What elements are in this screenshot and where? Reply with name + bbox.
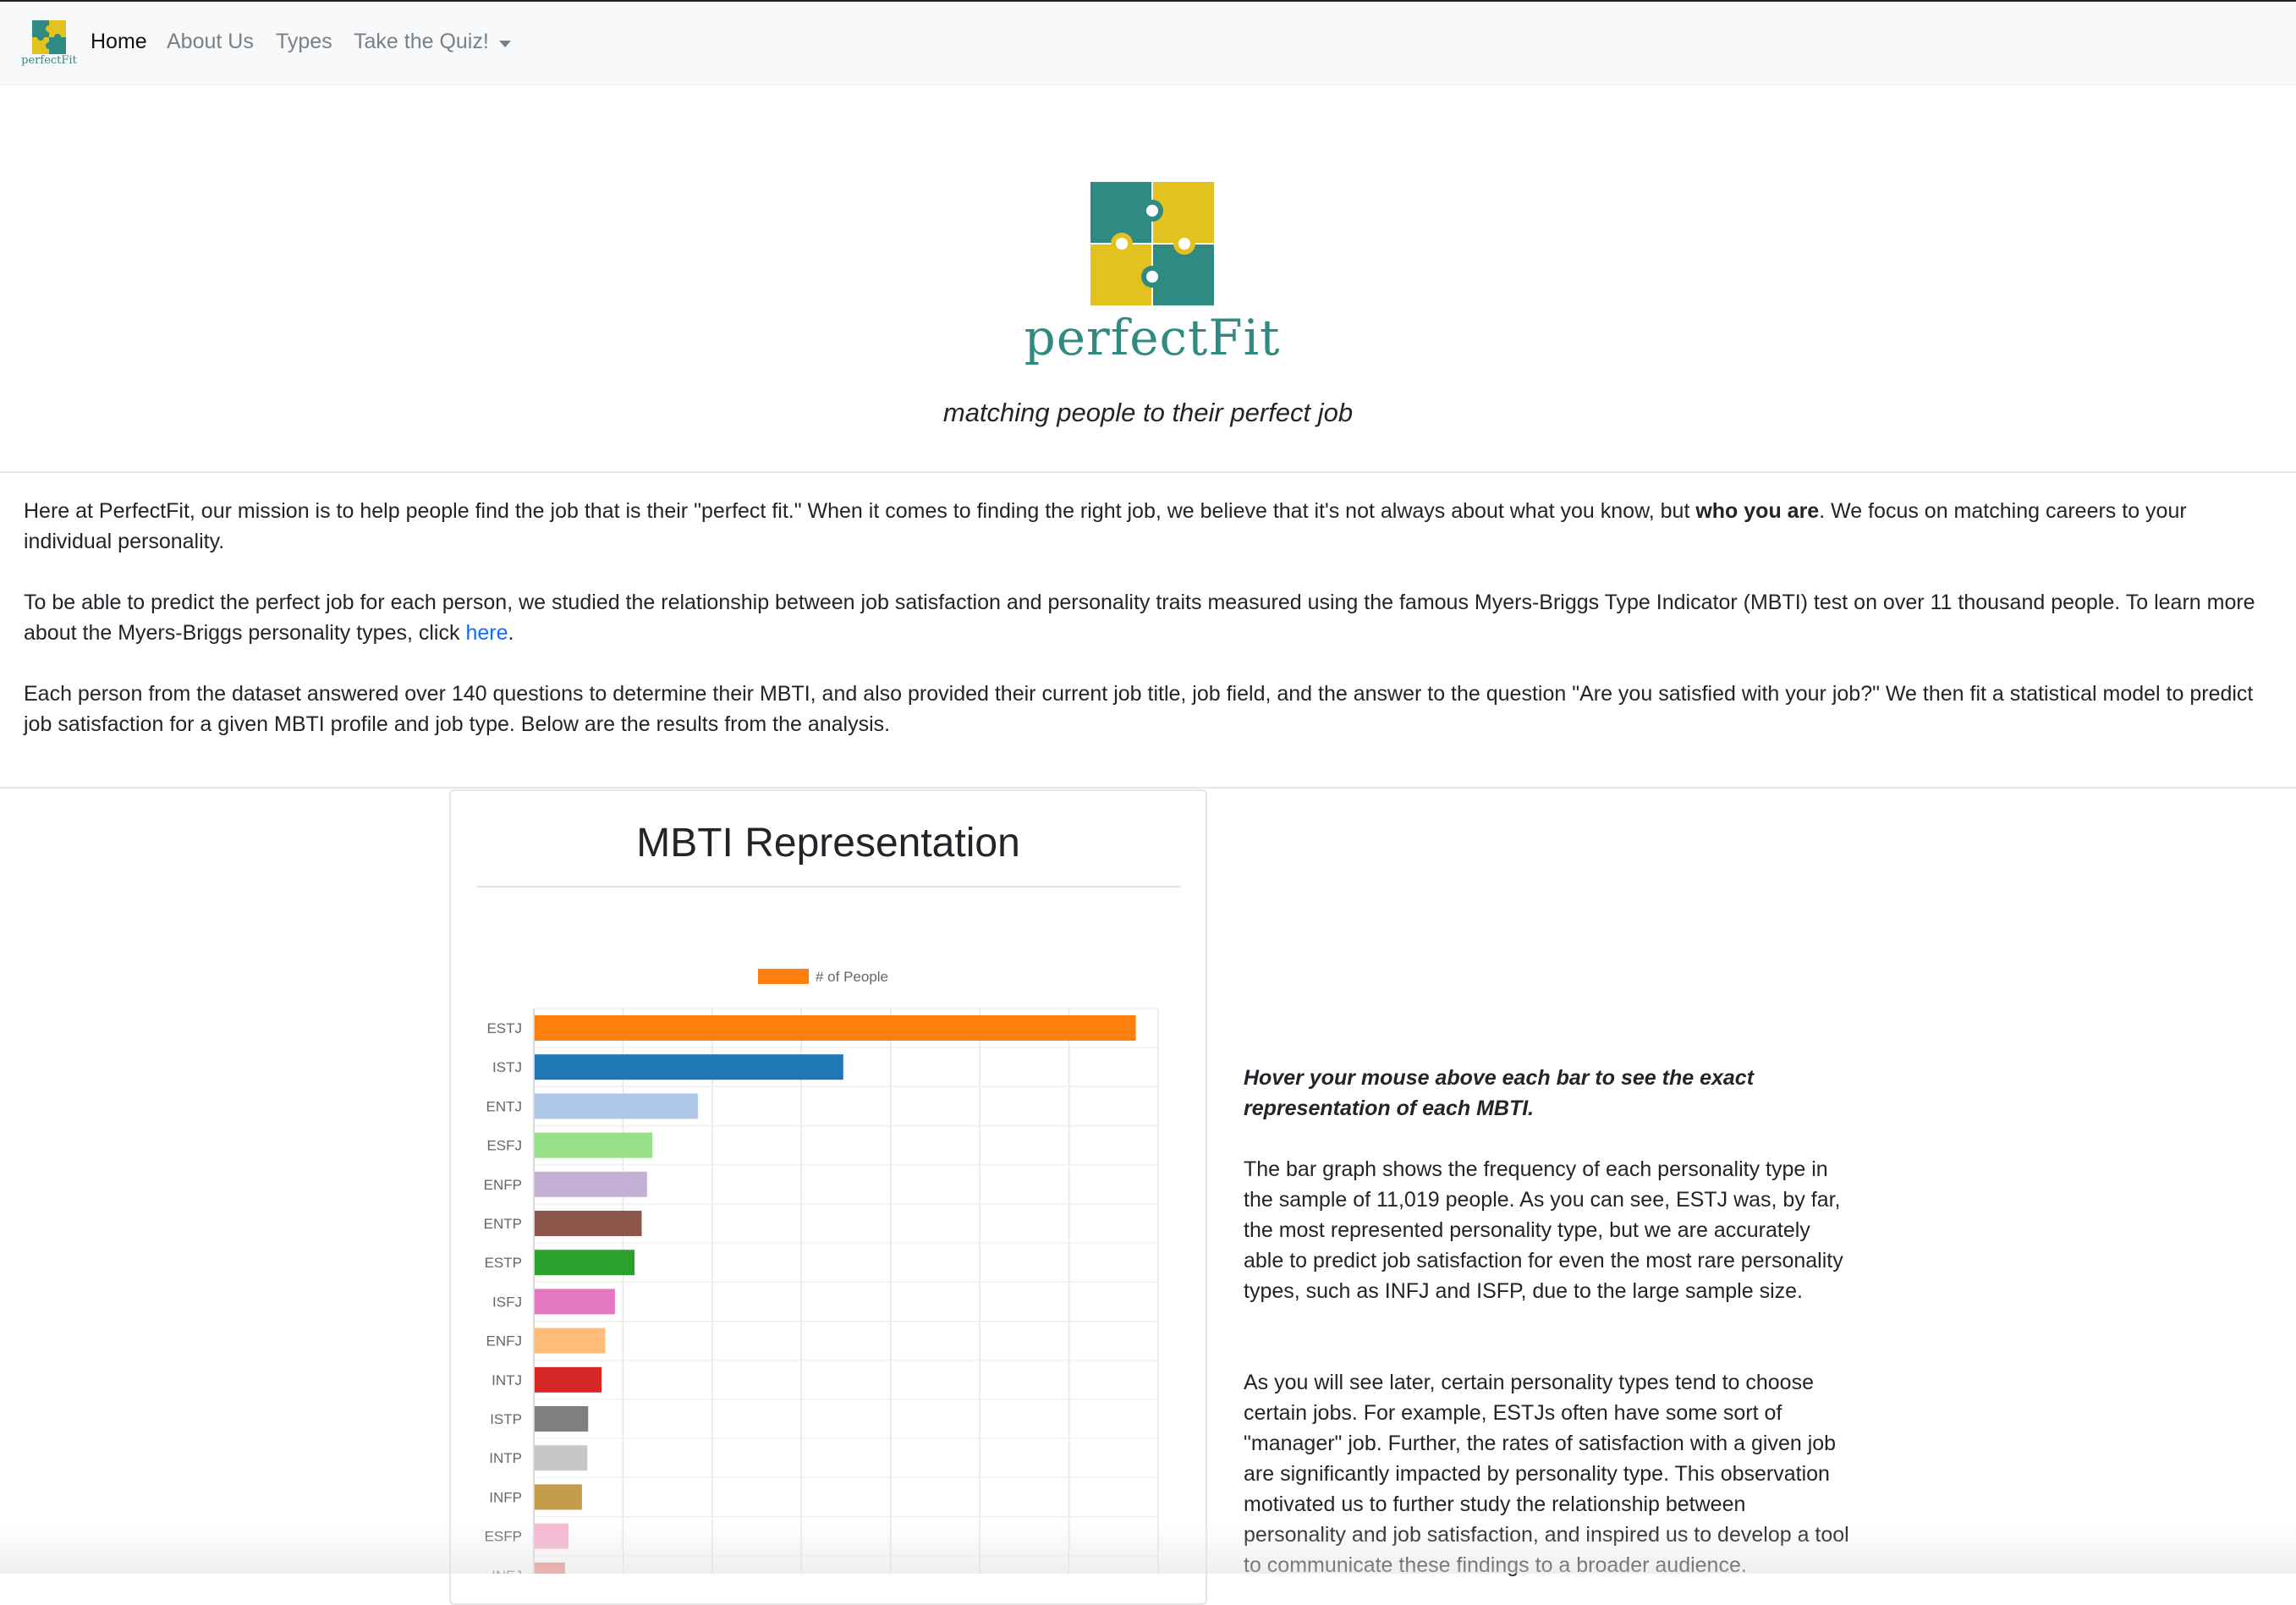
- emphasis-who-you-are: who you are: [1695, 499, 1820, 523]
- bar-istj[interactable]: [535, 1054, 843, 1080]
- section-divider: [0, 471, 2296, 473]
- tick-label-infp: INFP: [489, 1489, 522, 1505]
- bar-estp[interactable]: [535, 1250, 635, 1276]
- nav-take-the-quiz[interactable]: Take the Quiz!: [354, 30, 489, 54]
- bar-intp[interactable]: [535, 1445, 588, 1471]
- intro-paragraph-method: To be able to predict the perfect job fo…: [24, 587, 2274, 648]
- learn-more-link[interactable]: here: [465, 621, 508, 645]
- bar-graph-description: The bar graph shows the frequency of eac…: [1244, 1157, 1843, 1303]
- bar-enfp[interactable]: [535, 1171, 647, 1197]
- bar-estj[interactable]: [535, 1015, 1136, 1041]
- tagline: matching people to their perfect job: [942, 398, 1354, 427]
- bar-intj[interactable]: [535, 1366, 602, 1393]
- chevron-down-icon[interactable]: [499, 41, 511, 47]
- card-divider: [476, 886, 1180, 888]
- card-title: MBTI Representation: [636, 821, 1020, 866]
- mbti-bar-chart[interactable]: # of People ESTJ ISTJ ENTJ ESFJ ENFP ENTP ESTP I…: [449, 948, 1204, 1574]
- nav-home[interactable]: Home: [91, 30, 147, 54]
- tick-label-entp: ENTP: [484, 1216, 522, 1232]
- tick-label-istj: ISTJ: [492, 1059, 522, 1075]
- bottom-shadow: [0, 1523, 2296, 1574]
- intro-text: Here at PerfectFit, our mission is to he…: [24, 499, 1696, 523]
- tick-label-enfp: ENFP: [484, 1177, 522, 1193]
- tick-label-intj: INTJ: [492, 1372, 522, 1388]
- hover-hint: Hover your mouse above each bar to see t…: [1244, 1066, 1755, 1120]
- brand-text: perfectFit: [21, 54, 77, 67]
- tick-label-estp: ESTP: [485, 1255, 522, 1271]
- tick-label-istp: ISTP: [490, 1411, 522, 1427]
- navbar: perfectFit Home About Us Types Take the …: [0, 2, 2296, 85]
- intro-paragraph-dataset: Each person from the dataset answered ov…: [24, 682, 2254, 736]
- tick-label-esfj: ESFJ: [486, 1138, 522, 1154]
- bar-istp[interactable]: [535, 1406, 589, 1432]
- bar-entj[interactable]: [535, 1093, 698, 1119]
- intro-text: .: [508, 621, 514, 645]
- bar-isfj[interactable]: [535, 1289, 615, 1315]
- bar-enfj[interactable]: [535, 1327, 606, 1354]
- tick-label-entj: ENTJ: [486, 1098, 523, 1114]
- legend-swatch: [758, 969, 809, 984]
- intro-paragraph-mission: Here at PerfectFit, our mission is to he…: [24, 496, 2274, 557]
- nav-about-us[interactable]: About Us: [167, 30, 254, 54]
- tick-label-enfj: ENFJ: [486, 1333, 523, 1349]
- tick-label-estj: ESTJ: [486, 1020, 522, 1036]
- intro-text: To be able to predict the perfect job fo…: [24, 591, 2255, 645]
- bar-infp[interactable]: [535, 1484, 582, 1510]
- section-divider: [0, 787, 2296, 789]
- bar-esfj[interactable]: [535, 1132, 653, 1158]
- hero-logo-text: perfectFit: [1024, 309, 1281, 366]
- legend-label: # of People: [816, 969, 888, 985]
- tick-label-isfj: ISFJ: [492, 1294, 522, 1310]
- tick-label-intp: INTP: [489, 1450, 522, 1466]
- nav-types[interactable]: Types: [276, 30, 332, 54]
- bar-entp[interactable]: [535, 1211, 642, 1236]
